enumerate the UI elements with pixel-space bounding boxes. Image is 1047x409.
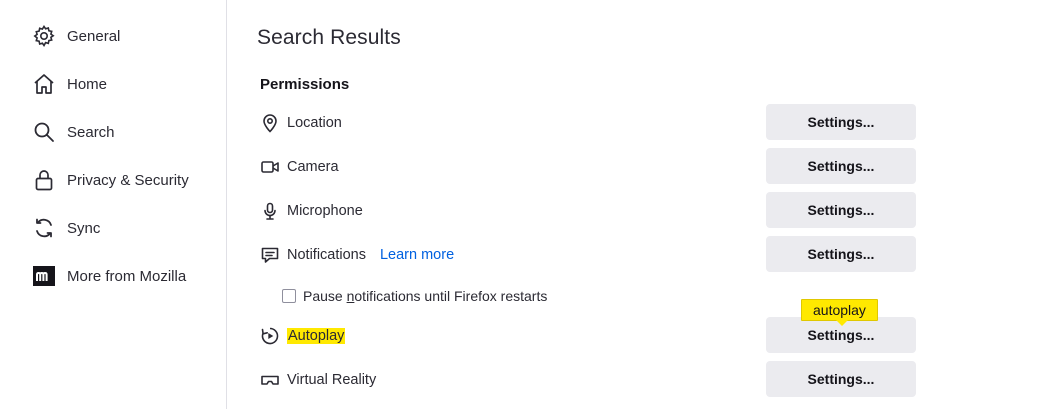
camera-settings-button[interactable]: Settings... (766, 148, 916, 184)
sidebar-item-general[interactable]: General (32, 23, 222, 49)
page-title: Search Results (257, 26, 401, 49)
sidebar-item-more-from-mozilla[interactable]: More from Mozilla (32, 263, 222, 289)
notifications-icon (260, 245, 280, 265)
search-match-tooltip: autoplay (801, 299, 878, 326)
pause-notifications-label: Pause notifications until Firefox restar… (303, 288, 548, 304)
sidebar-item-label: Search (67, 123, 115, 141)
vr-icon (260, 370, 280, 390)
permission-row-notifications: Notifications Learn more (260, 244, 454, 266)
permission-label: Microphone (287, 203, 363, 219)
permission-label: Virtual Reality (287, 372, 377, 388)
microphone-icon (260, 201, 280, 221)
sidebar-item-label: Sync (67, 219, 101, 237)
sidebar-item-label: Privacy & Security (67, 171, 189, 189)
section-title-permissions: Permissions (260, 76, 350, 93)
lock-icon (32, 168, 56, 192)
gear-icon (32, 24, 56, 48)
main-content: Search Results Permissions Location Sett… (228, 0, 1047, 409)
location-icon (260, 113, 280, 133)
pause-notifications-checkbox[interactable] (282, 289, 296, 303)
sidebar-item-label: Home (67, 75, 108, 93)
sidebar-item-sync[interactable]: Sync (32, 215, 222, 241)
search-icon (32, 120, 56, 144)
notifications-settings-button[interactable]: Settings... (766, 236, 916, 272)
virtual-reality-settings-button[interactable]: Settings... (766, 361, 916, 397)
permission-label: Notifications (287, 247, 366, 263)
sidebar: General Home Search Privacy & Security S… (0, 0, 227, 409)
permission-row-microphone: Microphone (260, 200, 363, 222)
mozilla-icon (32, 264, 56, 288)
permission-row-location: Location (260, 112, 342, 134)
sidebar-item-label: More from Mozilla (67, 267, 187, 285)
sidebar-item-home[interactable]: Home (32, 71, 222, 97)
learn-more-link[interactable]: Learn more (380, 247, 454, 263)
sidebar-item-label: General (67, 27, 121, 45)
camera-icon (260, 157, 280, 177)
permission-label: Location (287, 115, 342, 131)
permission-label: Autoplay (287, 328, 346, 344)
autoplay-icon (260, 326, 280, 346)
permission-row-autoplay: Autoplay (260, 325, 346, 347)
pause-notifications-option[interactable]: Pause notifications until Firefox restar… (282, 286, 547, 306)
sidebar-item-search[interactable]: Search (32, 119, 222, 145)
location-settings-button[interactable]: Settings... (766, 104, 916, 140)
permission-label: Camera (287, 159, 339, 175)
sync-icon (32, 216, 56, 240)
microphone-settings-button[interactable]: Settings... (766, 192, 916, 228)
home-icon (32, 72, 56, 96)
permission-row-virtual-reality: Virtual Reality (260, 369, 376, 391)
sidebar-item-privacy-security[interactable]: Privacy & Security (32, 167, 222, 193)
permission-row-camera: Camera (260, 156, 339, 178)
